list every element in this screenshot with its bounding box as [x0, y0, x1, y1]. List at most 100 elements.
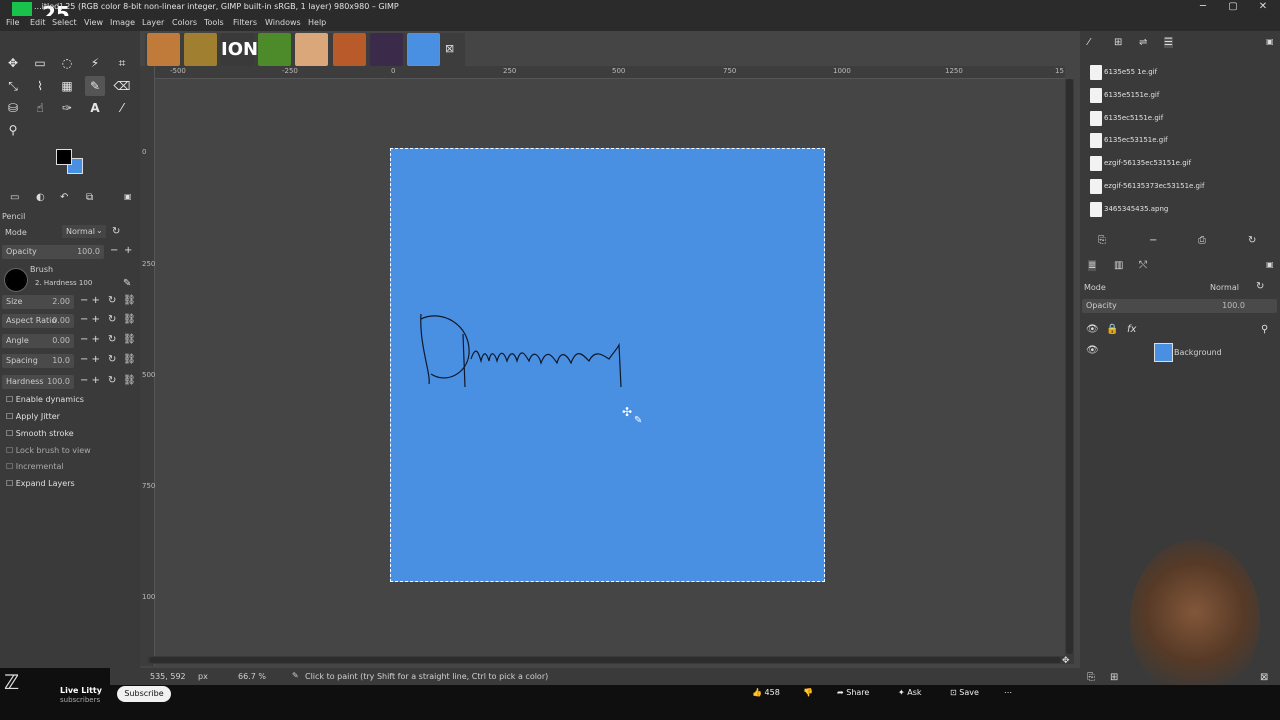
size-link-icon[interactable]: ⛓ [123, 295, 136, 306]
edit-brush-icon[interactable]: ✎ [123, 278, 131, 289]
spacing-link-icon[interactable]: ⛓ [123, 354, 136, 365]
menu-image[interactable]: Image [110, 18, 135, 27]
image-tab-7[interactable] [370, 33, 403, 66]
aspect-ratio-stepper-icon[interactable]: − + [80, 314, 100, 325]
vertical-scrollbar[interactable] [1065, 79, 1074, 664]
lock-brush-checkbox[interactable]: ☐ Lock brush to view [6, 446, 91, 455]
smooth-stroke-checkbox[interactable]: ☐ Smooth stroke [6, 429, 74, 438]
pencil-icon[interactable]: ✎ [85, 76, 105, 96]
spacing-stepper-icon[interactable]: − + [80, 354, 100, 365]
mode-select[interactable]: Normal ⌄ [62, 225, 106, 238]
menu-tools[interactable]: Tools [204, 18, 224, 27]
unit-select[interactable]: px [198, 672, 208, 681]
expand-layers-checkbox[interactable]: ☐ Expand Layers [6, 479, 75, 488]
hardness-stepper-icon[interactable]: − + [80, 375, 100, 386]
incremental-checkbox[interactable]: ☐ Incremental [6, 462, 64, 471]
menu-windows[interactable]: Windows [265, 18, 301, 27]
save-button[interactable]: ⊡ Save [950, 688, 979, 702]
image-canvas[interactable] [390, 148, 825, 582]
file-item[interactable]: 3465345435.apng [1086, 200, 1266, 220]
hardness-reset-icon[interactable]: ↻ [108, 375, 116, 386]
ask-button[interactable]: ✦ Ask [898, 688, 922, 702]
remove-image-icon[interactable]: − [1149, 235, 1157, 246]
image-tab-4[interactable] [258, 33, 291, 66]
size-minus-icon[interactable]: − + [80, 295, 100, 306]
size-slider[interactable]: Size 2.00 [2, 295, 74, 309]
eye-icon[interactable]: 👁 [1086, 345, 1099, 356]
zoom-icon[interactable]: ⚲ [3, 120, 23, 140]
crop-icon[interactable]: ⌗ [112, 53, 132, 73]
image-tab-6[interactable] [333, 33, 366, 66]
dock-menu-icon[interactable]: ▣ [1266, 37, 1274, 46]
menu-layer[interactable]: Layer [142, 18, 164, 27]
menu-help[interactable]: Help [308, 18, 326, 27]
layer-opacity-slider[interactable]: Opacity 100.0 [1082, 299, 1277, 313]
images-list-tab-icon[interactable]: ☰ [1164, 37, 1173, 48]
hardness-link-icon[interactable]: ⛓ [123, 375, 136, 386]
patterns-tab-icon[interactable]: ⊞ [1114, 37, 1122, 48]
minimize-button[interactable]: ─ [1188, 0, 1218, 16]
image-tab-active[interactable] [407, 33, 440, 66]
enable-dynamics-checkbox[interactable]: ☐ Enable dynamics [6, 395, 84, 404]
foreground-color-swatch[interactable] [56, 149, 72, 165]
subscribe-button[interactable]: Subscribe [117, 686, 171, 702]
print-icon[interactable]: ⎙ [1198, 235, 1206, 246]
paths-tab-icon[interactable]: ⤲ [1139, 260, 1147, 271]
smudge-icon[interactable]: ☝ [30, 98, 50, 118]
angle-reset-icon[interactable]: ↻ [108, 334, 116, 345]
layer-mode-select[interactable]: Normal [1210, 283, 1239, 292]
horizontal-scroll-thumb[interactable] [149, 657, 1061, 663]
more-options-icon[interactable]: ⋯ [1004, 688, 1012, 702]
spacing-reset-icon[interactable]: ↻ [108, 354, 116, 365]
layer-row[interactable]: 👁 Background [1082, 342, 1277, 362]
brushes-tab-icon[interactable]: ⁄ [1088, 37, 1090, 48]
text-icon[interactable]: A [85, 98, 105, 118]
angle-link-icon[interactable]: ⛓ [123, 334, 136, 345]
menu-edit[interactable]: Edit [30, 18, 46, 27]
brush-preview[interactable] [4, 268, 28, 292]
file-item[interactable]: 6135e55 1e.gif [1086, 63, 1266, 83]
image-tab-5[interactable] [295, 33, 328, 66]
aspect-ratio-slider[interactable]: Aspect Ratio 0.00 [2, 314, 74, 328]
menu-file[interactable]: File [6, 18, 19, 27]
search-icon[interactable]: ⚲ [1261, 324, 1268, 335]
fuzzy-select-icon[interactable]: ⚡ [85, 53, 105, 73]
image-tab-1[interactable] [147, 33, 180, 66]
close-window-button[interactable]: ✕ [1248, 0, 1278, 16]
paths-icon[interactable]: ✑ [57, 98, 77, 118]
panel-menu-icon[interactable]: ▣ [124, 192, 132, 201]
opacity-minus-icon[interactable]: − [110, 245, 118, 256]
menu-select[interactable]: Select [52, 18, 77, 27]
file-item[interactable]: 6135ec5151e.gif [1086, 109, 1266, 129]
bucket-fill-icon[interactable]: ⛁ [3, 98, 23, 118]
color-picker-icon[interactable]: ⁄ [112, 98, 132, 118]
navigate-icon[interactable]: ✥ [1062, 656, 1070, 666]
menu-colors[interactable]: Colors [172, 18, 197, 27]
open-image-icon[interactable]: ⎘ [1098, 235, 1106, 246]
layers-menu-icon[interactable]: ▣ [1266, 260, 1274, 269]
aspect-ratio-reset-icon[interactable]: ↻ [108, 314, 116, 325]
size-reset-icon[interactable]: ↻ [108, 295, 116, 306]
new-layer-icon[interactable]: ⎘ [1087, 672, 1095, 683]
opacity-plus-icon[interactable]: + [124, 245, 132, 256]
file-item[interactable]: 6135ec53151e.gif [1086, 131, 1266, 151]
device-status-tab-icon[interactable]: ◐ [36, 192, 45, 203]
fonts-tab-icon[interactable]: ⇌ [1139, 37, 1147, 48]
layer-mode-reset-icon[interactable]: ↻ [1256, 281, 1264, 292]
like-button[interactable]: 👍 458 [752, 688, 780, 702]
aspect-ratio-link-icon[interactable]: ⛓ [123, 314, 136, 325]
transform-icon[interactable]: ⤡ [3, 76, 23, 96]
cage-icon[interactable]: ▦ [57, 76, 77, 96]
zoom-select[interactable]: 66.7 % [238, 672, 266, 681]
angle-slider[interactable]: Angle 0.00 [2, 334, 74, 348]
close-tab-icon[interactable]: ⊠ [445, 42, 454, 55]
layers-tab-icon[interactable]: ≣ [1088, 260, 1097, 271]
dislike-button[interactable]: 👎 [803, 688, 813, 702]
spacing-slider[interactable]: Spacing 10.0 [2, 354, 74, 368]
vertical-scroll-thumb[interactable] [1066, 79, 1073, 654]
image-tab-3[interactable]: ION [221, 33, 258, 66]
share-button[interactable]: ➦ Share [837, 688, 869, 702]
file-item[interactable]: 6135e5151e.gif [1086, 86, 1266, 106]
refresh-icon[interactable]: ↻ [1248, 235, 1256, 246]
move-icon[interactable]: ✥ [3, 53, 23, 73]
